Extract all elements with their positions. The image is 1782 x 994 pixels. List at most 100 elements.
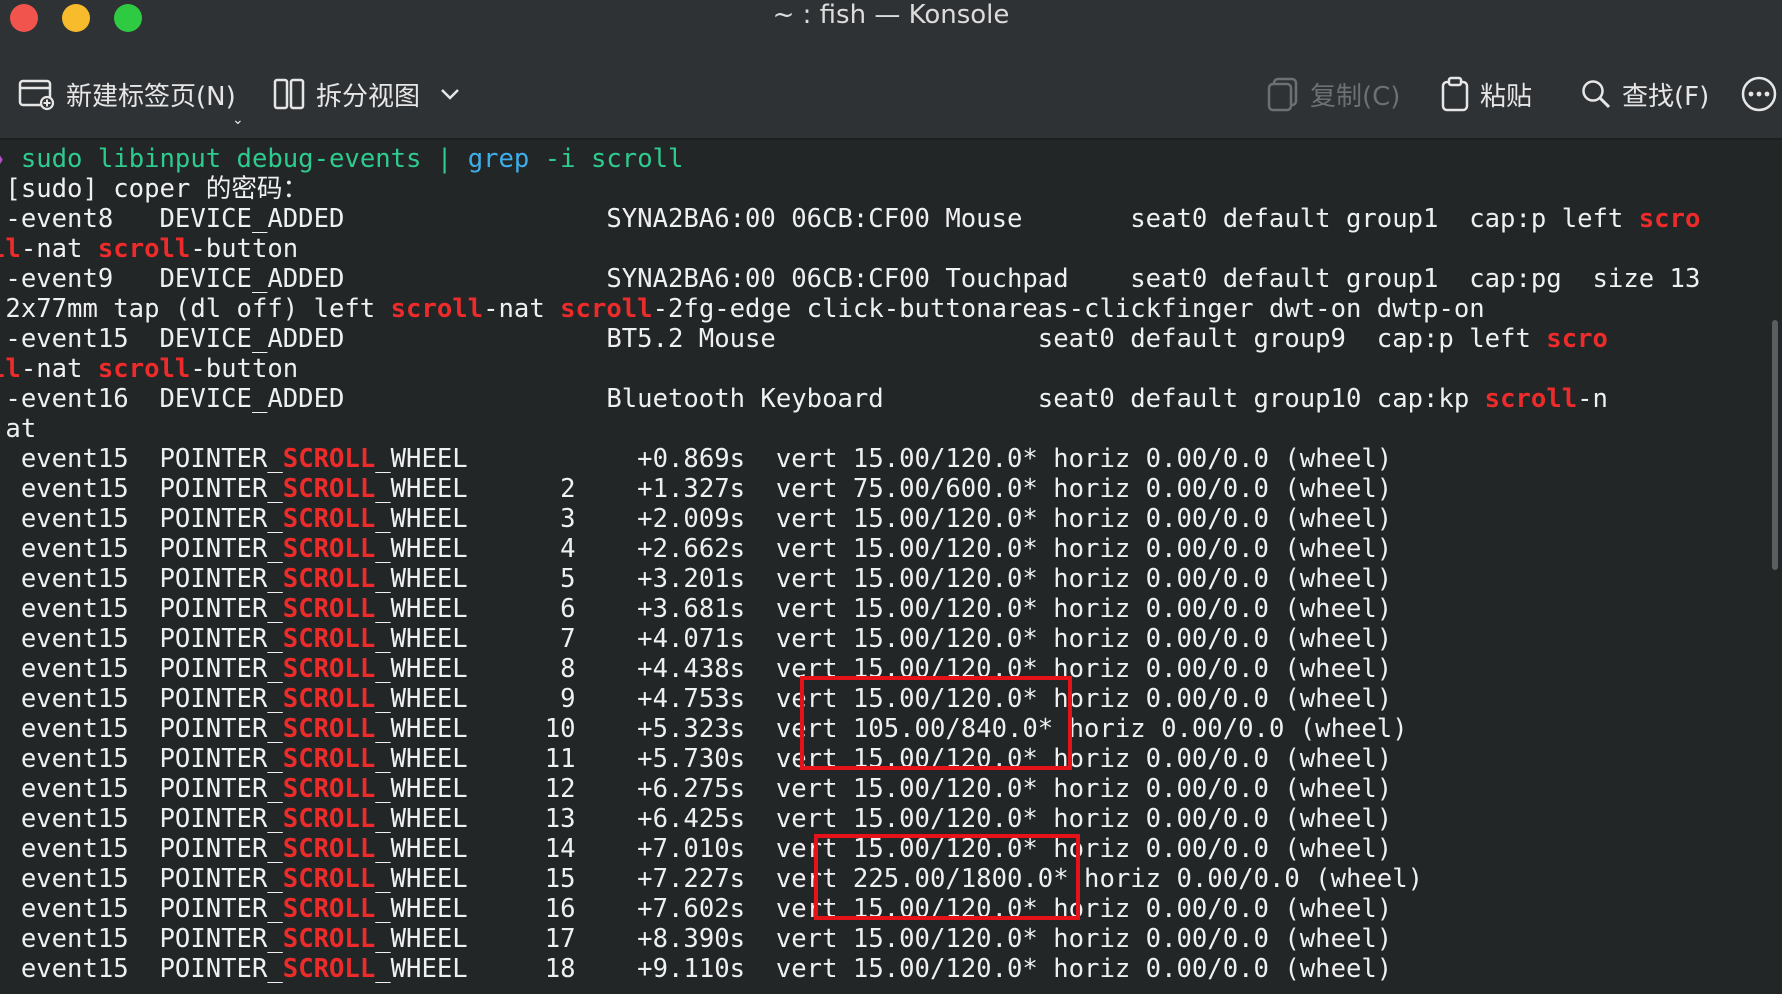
match-highlight: scroll (1484, 384, 1578, 414)
terminal-line: event15 POINTER_SCROLL_WHEEL 9 +4.753s v… (0, 684, 1392, 714)
new-tab-label: 新建标签页(N) (66, 81, 236, 112)
match-highlight: SCROLL (282, 954, 376, 984)
match-highlight: scroll (560, 294, 653, 324)
terminal-text: event15 POINTER_ (0, 684, 283, 714)
terminal-line: -event16 DEVICE_ADDED Bluetooth Keyboard… (0, 384, 1608, 414)
terminal-line: event15 POINTER_SCROLL_WHEEL 14 +7.010s … (0, 834, 1392, 864)
copy-button[interactable]: 复制(C) (1266, 72, 1400, 116)
find-button[interactable]: 查找(F) (1580, 72, 1709, 116)
terminal-text: -i scroll (529, 144, 684, 174)
terminal-line: event15 POINTER_SCROLL_WHEEL 3 +2.009s v… (0, 504, 1392, 534)
terminal-line: event15 POINTER_SCROLL_WHEEL 6 +3.681s v… (0, 594, 1392, 624)
terminal-text: event15 POINTER_ (0, 504, 283, 534)
terminal-text: event15 POINTER_ (0, 774, 283, 804)
terminal-text: grep (467, 144, 530, 174)
more-menu-button[interactable] (1740, 72, 1778, 116)
terminal-text: -button (190, 234, 299, 264)
match-highlight: SCROLL (282, 864, 376, 894)
paste-button[interactable]: 粘贴 (1440, 72, 1532, 116)
terminal-line: [sudo] coper 的密码： (0, 174, 308, 204)
terminal-text: event15 POINTER_ (0, 654, 283, 684)
terminal-text: -event9 DEVICE_ADDED SYNA2BA6:00 06CB:CF… (0, 264, 1701, 294)
terminal-text: -n (1577, 384, 1608, 414)
match-highlight: SCROLL (282, 774, 376, 804)
scrollbar[interactable] (1762, 140, 1782, 994)
match-highlight: SCROLL (282, 444, 376, 474)
terminal-line: -event9 DEVICE_ADDED SYNA2BA6:00 06CB:CF… (0, 264, 1700, 294)
match-highlight: SCROLL (282, 594, 376, 624)
scrollbar-thumb[interactable] (1772, 320, 1778, 570)
terminal-text: -button (190, 354, 299, 384)
terminal-text: event15 POINTER_ (0, 624, 283, 654)
terminal-line: event15 POINTER_SCROLL_WHEEL 11 +5.730s … (0, 744, 1392, 774)
terminal-text: event15 POINTER_ (0, 564, 283, 594)
terminal-text: event15 POINTER_ (0, 954, 283, 984)
terminal-text: event15 POINTER_ (0, 594, 283, 624)
terminal-line: ll-nat scroll-button (0, 354, 298, 384)
terminal-line: 2x77mm tap (dl off) left scroll-nat scro… (0, 294, 1485, 324)
terminal-text: event15 POINTER_ (0, 864, 283, 894)
annotation-box-2 (814, 834, 1080, 920)
search-icon (1580, 78, 1612, 110)
terminal-text: event15 POINTER_ (0, 804, 283, 834)
terminal-line: event15 POINTER_SCROLL_WHEEL 4 +2.662s v… (0, 534, 1392, 564)
split-view-button[interactable]: 拆分视图 (272, 72, 462, 116)
terminal-text: 2x77mm tap (dl off) left (0, 294, 391, 324)
split-view-label: 拆分视图 (316, 81, 421, 112)
clipboard-icon (1440, 76, 1470, 112)
terminal-line: ❯ sudo libinput debug-events | grep -i s… (0, 144, 683, 174)
match-highlight: SCROLL (282, 834, 376, 864)
match-highlight: SCROLL (282, 714, 376, 744)
match-highlight: ll (0, 234, 21, 264)
terminal-text: event15 POINTER_ (0, 924, 283, 954)
new-tab-icon (18, 77, 56, 111)
terminal-text: -event16 DEVICE_ADDED Bluetooth Keyboard… (0, 384, 1485, 414)
copy-icon (1266, 76, 1300, 112)
terminal-text: -nat (483, 294, 561, 324)
match-highlight: ll (0, 354, 21, 384)
terminal-line: event15 POINTER_SCROLL_WHEEL 8 +4.438s v… (0, 654, 1392, 684)
terminal-text: _WHEEL 3 +2.009s vert 15.00/120.0* horiz… (375, 504, 1393, 534)
terminal-line: event15 POINTER_SCROLL_WHEEL +0.869s ver… (0, 444, 1392, 474)
terminal-text: _WHEEL 17 +8.390s vert 15.00/120.0* hori… (375, 924, 1393, 954)
terminal-text: ❯ (0, 144, 21, 174)
terminal-text: -2fg-edge click-buttonareas-clickfinger … (652, 294, 1485, 324)
match-highlight: SCROLL (282, 924, 376, 954)
terminal-line: event15 POINTER_SCROLL_WHEEL 2 +1.327s v… (0, 474, 1392, 504)
match-highlight: scroll (390, 294, 484, 324)
match-highlight: scroll (97, 234, 191, 264)
terminal-line: event15 POINTER_SCROLL_WHEEL 16 +7.602s … (0, 894, 1392, 924)
terminal-line: -event15 DEVICE_ADDED BT5.2 Mouse seat0 … (0, 324, 1608, 354)
terminal-line: event15 POINTER_SCROLL_WHEEL 12 +6.275s … (0, 774, 1392, 804)
terminal-text: [sudo] coper 的密码： (0, 174, 309, 204)
terminal-line: ll-nat scroll-button (0, 234, 298, 264)
window-title: ~ : fish — Konsole (772, 0, 1010, 30)
terminal-text: -nat (20, 354, 98, 384)
terminal-line: event15 POINTER_SCROLL_WHEEL 15 +7.227s … (0, 864, 1423, 894)
terminal-text: _WHEEL 18 +9.110s vert 15.00/120.0* hori… (375, 954, 1393, 984)
terminal-text: _WHEEL 5 +3.201s vert 15.00/120.0* horiz… (375, 564, 1393, 594)
terminal-line: event15 POINTER_SCROLL_WHEEL 7 +4.071s v… (0, 624, 1392, 654)
split-view-icon (272, 77, 306, 111)
match-highlight: SCROLL (282, 744, 376, 774)
match-highlight: SCROLL (282, 564, 376, 594)
match-highlight: scro (1638, 204, 1701, 234)
match-highlight: SCROLL (282, 804, 376, 834)
terminal-text: sudo libinput debug-events (20, 144, 437, 174)
terminal-text: -nat (20, 234, 98, 264)
terminal-text: event15 POINTER_ (0, 894, 283, 924)
terminal-text: _WHEEL 12 +6.275s vert 15.00/120.0* hori… (375, 774, 1393, 804)
terminal-text: _WHEEL +0.869s vert 15.00/120.0* horiz 0… (375, 444, 1393, 474)
terminal-text: -event15 DEVICE_ADDED BT5.2 Mouse seat0 … (0, 324, 1547, 354)
title-bar: ~ : fish — Konsole (0, 0, 1782, 44)
terminal-text: event15 POINTER_ (0, 744, 283, 774)
match-highlight: scro (1546, 324, 1608, 354)
copy-label: 复制(C) (1310, 81, 1401, 112)
match-highlight: SCROLL (282, 894, 376, 924)
match-highlight: SCROLL (282, 624, 376, 654)
terminal-text: _WHEEL 4 +2.662s vert 15.00/120.0* horiz… (375, 534, 1393, 564)
chevron-down-icon[interactable] (438, 82, 462, 106)
new-tab-button[interactable]: 新建标签页(N) ⌄ (18, 72, 244, 128)
terminal-line: -event8 DEVICE_ADDED SYNA2BA6:00 06CB:CF… (0, 204, 1700, 234)
terminal-text: event15 POINTER_ (0, 834, 283, 864)
